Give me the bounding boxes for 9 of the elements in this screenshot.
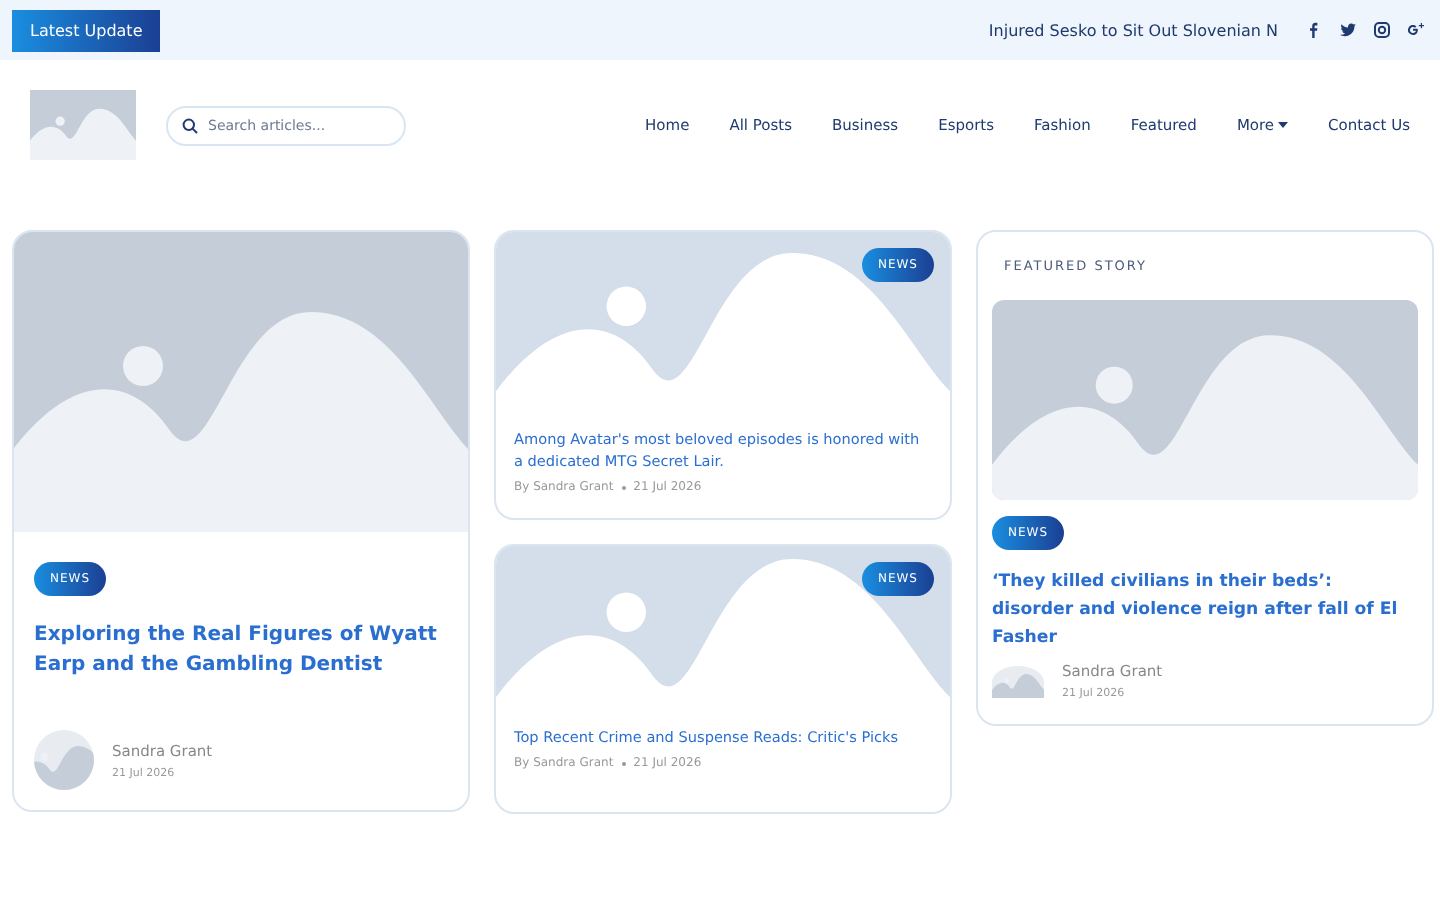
news-ticker[interactable]: Injured Sesko to Sit Out Slovenian N bbox=[988, 21, 1278, 39]
search-icon bbox=[182, 117, 198, 133]
google-plus-icon[interactable] bbox=[1408, 22, 1424, 38]
instagram-icon[interactable] bbox=[1374, 22, 1390, 38]
story-title[interactable]: ‘They killed civilians in their beds’: disorder and violence reign after fall of El Fasher bbox=[992, 568, 1418, 652]
facebook-icon[interactable] bbox=[1306, 22, 1322, 38]
story-title[interactable]: Exploring the Real Figures of Wyatt Earp and the Gambling Dentist bbox=[34, 620, 448, 680]
twitter-icon[interactable] bbox=[1340, 22, 1356, 38]
latest-update-button[interactable]: Latest Update bbox=[12, 9, 161, 51]
